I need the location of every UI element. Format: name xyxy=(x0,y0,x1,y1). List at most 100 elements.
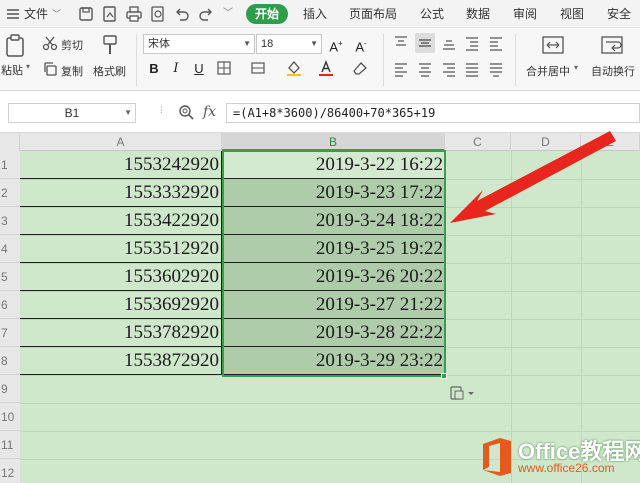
fill-color-icon[interactable] xyxy=(285,59,303,77)
distribute-icon[interactable] xyxy=(488,61,504,77)
tab-security[interactable]: 安全 xyxy=(607,0,631,28)
row-header[interactable]: 5 xyxy=(0,263,20,291)
watermark: Office教程网 www.office26.com xyxy=(474,432,640,483)
row-header[interactable]: 8 xyxy=(0,347,20,375)
row-header[interactable]: 6 xyxy=(0,291,20,319)
bold-icon[interactable]: B xyxy=(145,60,163,78)
insert-function-button[interactable]: fx xyxy=(203,103,216,121)
row-header[interactable]: 4 xyxy=(0,235,20,263)
quick-access-chevron-icon[interactable]: ﹀ xyxy=(223,0,233,28)
undo-icon[interactable] xyxy=(173,5,191,23)
menu-lines-icon[interactable] xyxy=(4,5,22,23)
merge-center-button[interactable]: 合并居中 xyxy=(526,63,570,79)
paste-button[interactable]: 粘贴 xyxy=(1,62,23,78)
tab-review[interactable]: 审阅 xyxy=(513,0,537,28)
increase-font-icon[interactable]: A+ xyxy=(327,35,345,54)
tab-insert[interactable]: 插入 xyxy=(303,0,327,28)
watermark-url: www.office26.com xyxy=(518,461,615,475)
paste-icon[interactable] xyxy=(4,34,26,58)
zoom-icon[interactable] xyxy=(178,104,194,120)
cell-a1[interactable]: 1553242920 xyxy=(20,151,222,179)
column-header-c[interactable]: C xyxy=(445,133,511,151)
paste-options-button[interactable] xyxy=(449,384,477,402)
tab-start[interactable]: 开始 xyxy=(246,4,288,24)
row-header[interactable]: 10 xyxy=(0,403,20,431)
align-left-icon[interactable] xyxy=(393,61,409,77)
redo-icon[interactable] xyxy=(197,5,215,23)
border-icon[interactable] xyxy=(216,60,232,76)
font-color-icon[interactable] xyxy=(317,59,335,77)
wrap-icon[interactable] xyxy=(600,34,624,56)
file-menu[interactable]: 文件 xyxy=(24,0,48,28)
paste-chevron-icon[interactable]: ▾ xyxy=(26,62,30,71)
row-header[interactable]: 2 xyxy=(0,179,20,207)
merge-icon[interactable] xyxy=(541,34,565,56)
cell-b4[interactable]: 2019-3-25 19:22 xyxy=(222,235,445,263)
spreadsheet-grid[interactable]: A B C D E 1 2 3 4 5 6 7 8 9 10 11 12 155… xyxy=(0,133,640,483)
cell-a3[interactable]: 1553422920 xyxy=(20,207,222,235)
format-painter-icon[interactable] xyxy=(101,34,119,56)
align-center-icon[interactable] xyxy=(417,61,433,77)
cell-b6[interactable]: 2019-3-27 21:22 xyxy=(222,291,445,319)
copy-button[interactable]: 复制 xyxy=(61,63,83,79)
row-header[interactable]: 3 xyxy=(0,207,20,235)
tab-page-layout[interactable]: 页面布局 xyxy=(349,0,397,28)
cell-b3[interactable]: 2019-3-24 18:22 xyxy=(222,207,445,235)
italic-icon[interactable]: I xyxy=(167,60,185,78)
select-all-corner[interactable] xyxy=(0,133,20,151)
outdent-icon[interactable] xyxy=(488,35,504,51)
cell-style-icon[interactable] xyxy=(250,60,266,76)
column-header-b[interactable]: B xyxy=(222,133,445,151)
chevron-down-icon: ▼ xyxy=(243,39,251,48)
save-icon[interactable] xyxy=(77,5,95,23)
wrap-text-button[interactable]: 自动换行 xyxy=(591,63,635,79)
gridline xyxy=(20,403,640,404)
row-header[interactable]: 9 xyxy=(0,375,20,403)
justify-icon[interactable] xyxy=(464,61,480,77)
row-header[interactable]: 11 xyxy=(0,431,20,459)
file-menu-chevron-icon[interactable]: ﹀ xyxy=(52,0,61,28)
indent-icon[interactable] xyxy=(464,35,480,51)
cell-a5[interactable]: 1553602920 xyxy=(20,263,222,291)
align-middle-icon[interactable] xyxy=(415,33,435,53)
tab-formulas[interactable]: 公式 xyxy=(420,0,444,28)
print-preview-icon[interactable] xyxy=(149,5,167,23)
export-pdf-icon[interactable] xyxy=(101,5,119,23)
cell-a4[interactable]: 1553512920 xyxy=(20,235,222,263)
align-right-icon[interactable] xyxy=(441,61,457,77)
name-box[interactable]: B1 ▼ xyxy=(8,103,136,123)
font-size-select[interactable]: 18 ▼ xyxy=(256,34,322,54)
font-name-select[interactable]: 宋体 ▼ xyxy=(143,34,255,54)
print-icon[interactable] xyxy=(125,5,143,23)
align-bottom-icon[interactable] xyxy=(441,35,457,51)
tab-view[interactable]: 视图 xyxy=(560,0,584,28)
decrease-font-icon[interactable]: A- xyxy=(352,35,370,54)
cell-b7[interactable]: 2019-3-28 22:22 xyxy=(222,319,445,347)
copy-icon[interactable] xyxy=(42,61,58,77)
cell-b1[interactable]: 2019-3-22 16:22 xyxy=(222,151,445,179)
column-header-e[interactable]: E xyxy=(581,133,640,151)
align-top-icon[interactable] xyxy=(393,35,409,51)
drag-handle-icon[interactable]: ⁞ xyxy=(160,105,163,116)
merge-chevron-icon[interactable]: ▾ xyxy=(574,63,578,72)
cut-button[interactable]: 剪切 xyxy=(61,37,83,53)
format-painter-button[interactable]: 格式刷 xyxy=(93,63,126,79)
cell-b2[interactable]: 2019-3-23 17:22 xyxy=(222,179,445,207)
row-header[interactable]: 1 xyxy=(0,151,20,179)
cell-a2[interactable]: 1553332920 xyxy=(20,179,222,207)
cell-a8[interactable]: 1553872920 xyxy=(20,347,222,375)
underline-icon[interactable]: U xyxy=(190,60,208,78)
cell-a6[interactable]: 1553692920 xyxy=(20,291,222,319)
cut-icon[interactable] xyxy=(42,35,58,51)
fill-handle[interactable] xyxy=(441,373,447,379)
tab-data[interactable]: 数据 xyxy=(466,0,490,28)
formula-input[interactable]: =(A1+8*3600)/86400+70*365+19 xyxy=(226,103,640,123)
cell-b8[interactable]: 2019-3-29 23:22 xyxy=(222,347,445,375)
cell-a7[interactable]: 1553782920 xyxy=(20,319,222,347)
column-header-d[interactable]: D xyxy=(511,133,581,151)
column-header-a[interactable]: A xyxy=(20,133,222,151)
cell-b5[interactable]: 2019-3-26 20:22 xyxy=(222,263,445,291)
clear-icon[interactable] xyxy=(351,59,369,77)
row-header[interactable]: 7 xyxy=(0,319,20,347)
row-header[interactable]: 12 xyxy=(0,459,20,483)
